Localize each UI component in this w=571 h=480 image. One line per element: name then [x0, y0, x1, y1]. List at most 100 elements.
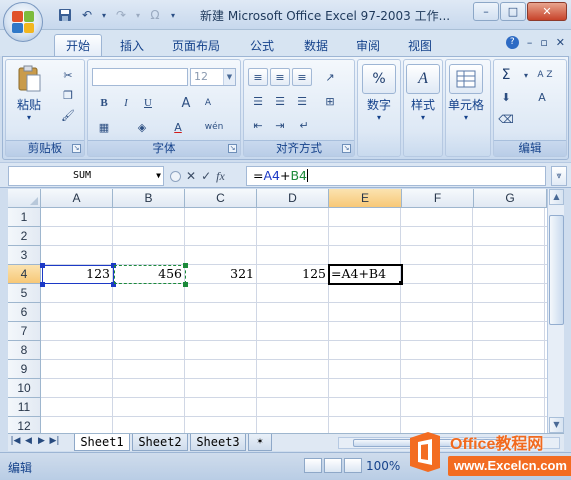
- ref-b4-handle-tr[interactable]: [183, 263, 188, 268]
- vertical-scrollbar[interactable]: ▲ ▼: [547, 189, 564, 433]
- number-format-button[interactable]: % 数字 ▾: [362, 64, 396, 122]
- row-header-8[interactable]: 8: [8, 341, 41, 360]
- name-box-dropdown-icon[interactable]: ▼: [156, 167, 161, 185]
- cancel-icon[interactable]: ✕: [186, 169, 196, 183]
- zoom-level[interactable]: 100%: [366, 459, 400, 473]
- name-box[interactable]: SUM ▼: [8, 166, 164, 186]
- tab-home[interactable]: 开始: [54, 34, 102, 56]
- row-header-2[interactable]: 2: [8, 227, 41, 246]
- fill-handle[interactable]: [399, 281, 403, 285]
- font-launcher-icon[interactable]: ↘: [228, 144, 237, 153]
- column-header-f[interactable]: F: [402, 189, 474, 208]
- save-icon[interactable]: [56, 6, 74, 24]
- align-top-icon[interactable]: ≡: [248, 68, 268, 86]
- insert-sheet-icon[interactable]: ✶: [248, 434, 272, 451]
- enter-icon[interactable]: ✓: [201, 169, 211, 183]
- alignment-launcher-icon[interactable]: ↘: [342, 144, 351, 153]
- align-center-icon[interactable]: ☰: [270, 92, 290, 110]
- row-header-11[interactable]: 11: [8, 398, 41, 417]
- first-sheet-icon[interactable]: |◀: [10, 436, 21, 446]
- row-header-1[interactable]: 1: [8, 208, 41, 227]
- tab-review[interactable]: 审阅: [344, 34, 392, 56]
- column-header-e[interactable]: E: [329, 189, 402, 208]
- ref-b4-handle-br[interactable]: [183, 282, 188, 287]
- cell-c4[interactable]: 321: [185, 265, 257, 284]
- row-header-5[interactable]: 5: [8, 284, 41, 303]
- cell-d4[interactable]: 125: [257, 265, 329, 284]
- row-header-3[interactable]: 3: [8, 246, 41, 265]
- underline-button[interactable]: U: [138, 94, 158, 112]
- redo-icon[interactable]: ↷: [112, 6, 130, 24]
- fill-icon[interactable]: ⬇: [496, 88, 516, 106]
- workbook-minimize-icon[interactable]: –: [527, 36, 533, 49]
- expand-formula-bar-icon[interactable]: ⩔: [551, 166, 567, 186]
- tab-formulas[interactable]: 公式: [238, 34, 286, 56]
- select-all-corner[interactable]: [8, 189, 41, 208]
- row-header-9[interactable]: 9: [8, 360, 41, 379]
- wrap-text-icon[interactable]: ↵: [294, 116, 314, 134]
- customize-toolbar-icon[interactable]: ▾: [168, 6, 178, 24]
- close-button[interactable]: ✕: [527, 2, 567, 21]
- page-break-view-icon[interactable]: [344, 458, 362, 473]
- clipboard-launcher-icon[interactable]: ↘: [72, 144, 81, 153]
- styles-button[interactable]: A 样式 ▾: [406, 64, 440, 122]
- page-layout-view-icon[interactable]: [324, 458, 342, 473]
- sheet-tab-sheet3[interactable]: Sheet3: [190, 434, 246, 451]
- format-painter-icon[interactable]: 🖌: [58, 106, 78, 124]
- align-left-icon[interactable]: ☰: [248, 92, 268, 110]
- increase-indent-icon[interactable]: ⇥: [270, 116, 290, 134]
- sort-filter-icon[interactable]: A Z: [530, 66, 560, 84]
- fill-color-icon[interactable]: ◈: [132, 118, 152, 136]
- maximize-button[interactable]: □: [500, 2, 526, 21]
- ref-a4-handle-bl[interactable]: [40, 282, 45, 287]
- shrink-font-button[interactable]: A: [198, 94, 218, 112]
- column-header-b[interactable]: B: [113, 189, 185, 208]
- formula-input[interactable]: =A4+B4: [246, 166, 546, 186]
- row-header-12[interactable]: 12: [8, 417, 41, 433]
- sheet-tab-sheet1[interactable]: Sheet1: [74, 434, 130, 451]
- undo-icon[interactable]: ↶: [78, 6, 96, 24]
- align-bottom-icon[interactable]: ≡: [292, 68, 312, 86]
- workbook-restore-icon[interactable]: ▫: [540, 36, 547, 49]
- cut-icon[interactable]: ✂: [58, 66, 78, 84]
- border-icon[interactable]: ▦: [94, 118, 114, 136]
- align-middle-icon[interactable]: ≡: [270, 68, 290, 86]
- decrease-indent-icon[interactable]: ⇤: [248, 116, 268, 134]
- minimize-button[interactable]: –: [473, 2, 499, 21]
- font-name-combo[interactable]: [92, 68, 188, 86]
- column-header-a[interactable]: A: [41, 189, 113, 208]
- row-header-4[interactable]: 4: [8, 265, 41, 284]
- last-sheet-icon[interactable]: ▶|: [49, 436, 60, 446]
- font-color-button[interactable]: A: [168, 118, 188, 136]
- copy-icon[interactable]: ❐: [58, 86, 78, 104]
- sheet-tab-sheet2[interactable]: Sheet2: [132, 434, 188, 451]
- omega-symbol-icon[interactable]: Ω: [146, 6, 164, 24]
- tab-insert[interactable]: 插入: [108, 34, 156, 56]
- next-sheet-icon[interactable]: ▶: [36, 436, 47, 446]
- insert-function-icon[interactable]: fx: [216, 169, 225, 184]
- help-icon[interactable]: ?: [505, 36, 519, 49]
- row-header-7[interactable]: 7: [8, 322, 41, 341]
- row-header-6[interactable]: 6: [8, 303, 41, 322]
- font-size-combo[interactable]: 12 ▼: [190, 68, 236, 86]
- tab-data[interactable]: 数据: [292, 34, 340, 56]
- paste-button[interactable]: 粘贴 ▾: [12, 64, 46, 122]
- cells-button[interactable]: 单元格 ▾: [448, 64, 484, 122]
- formula-bar-toggle-icon[interactable]: [170, 170, 181, 182]
- merge-center-icon[interactable]: ⊞: [320, 92, 340, 110]
- office-button[interactable]: [3, 2, 43, 42]
- redo-dropdown-icon[interactable]: ▾: [134, 6, 142, 24]
- clear-icon[interactable]: ⌫: [496, 110, 516, 128]
- workbook-close-icon[interactable]: ✕: [556, 36, 565, 49]
- row-header-10[interactable]: 10: [8, 379, 41, 398]
- grow-font-button[interactable]: A: [176, 94, 196, 112]
- align-right-icon[interactable]: ☰: [292, 92, 312, 110]
- column-header-d[interactable]: D: [257, 189, 329, 208]
- autosum-icon[interactable]: Σ: [496, 66, 516, 84]
- worksheet-grid[interactable]: A B C D E F G 1 2 3 4 5 6 7 8 9 10 11 12…: [8, 189, 547, 433]
- prev-sheet-icon[interactable]: ◀: [23, 436, 34, 446]
- column-header-c[interactable]: C: [185, 189, 257, 208]
- scroll-up-icon[interactable]: ▲: [549, 189, 564, 205]
- undo-dropdown-icon[interactable]: ▾: [100, 6, 108, 24]
- orientation-icon[interactable]: ↗: [320, 68, 340, 86]
